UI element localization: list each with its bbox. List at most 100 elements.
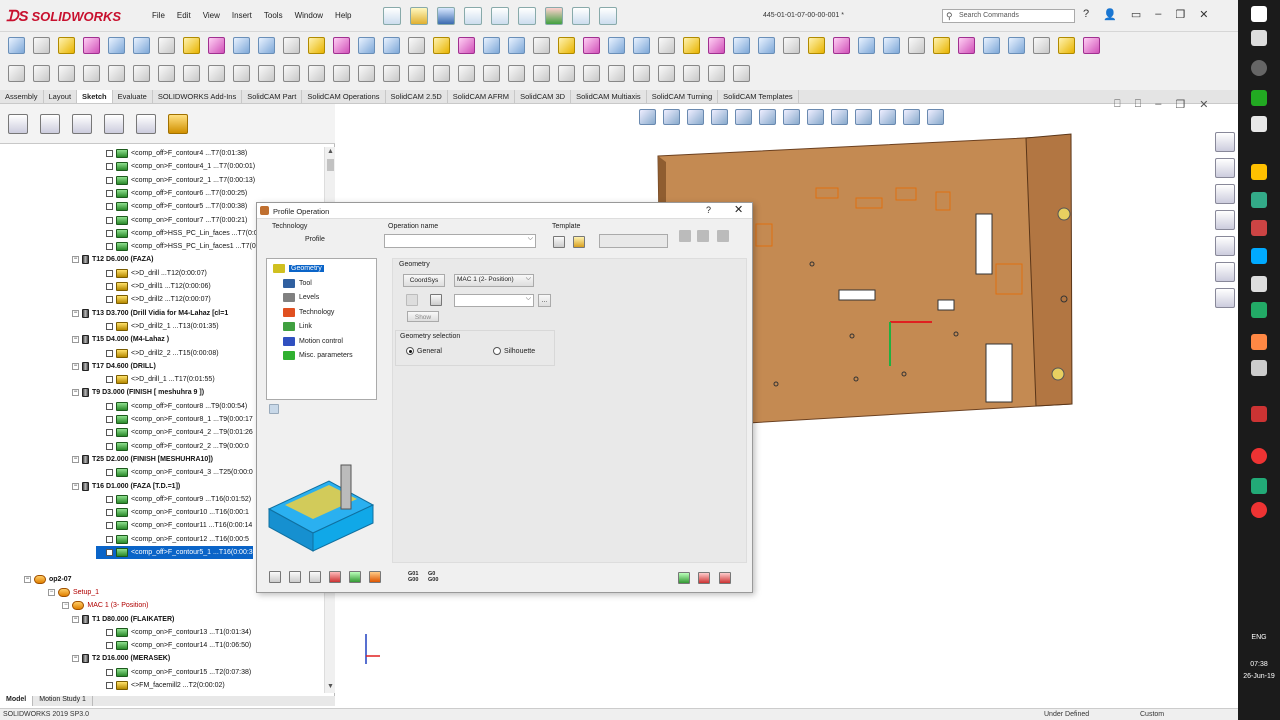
operation-node[interactable]: <comp_on>F_contour2_1 ...T7(0:00:13) xyxy=(96,174,255,187)
tab-evaluate[interactable]: Evaluate xyxy=(113,90,153,103)
files-icon[interactable] xyxy=(1251,164,1267,180)
solidcam-tool-icon[interactable] xyxy=(433,37,450,54)
sketch-tool-icon[interactable] xyxy=(583,65,600,82)
sketch-tool-icon[interactable] xyxy=(8,65,25,82)
solidcam-tool-icon[interactable] xyxy=(508,37,525,54)
clock-time[interactable]: 07:38 xyxy=(1238,661,1280,668)
gcode-simulate-button[interactable]: G0 G00 xyxy=(428,571,438,583)
tab-solidcam-operations[interactable]: SolidCAM Operations xyxy=(302,90,386,103)
restore-panel-icon[interactable]: ▭ xyxy=(1131,8,1141,21)
show-button[interactable]: Show xyxy=(407,311,439,322)
tool-node[interactable]: − T9 D3.000 (FINISH [ meshuhra 9 ]) xyxy=(72,386,204,399)
tree-checkbox[interactable] xyxy=(106,642,113,650)
clock-date[interactable]: 26-Jun-19 xyxy=(1238,673,1280,680)
operation-node[interactable]: <>D_drill2_1 ...T13(0:01:35) xyxy=(96,320,219,333)
solidcam-tool-icon[interactable] xyxy=(933,37,950,54)
paint-icon[interactable] xyxy=(1251,302,1267,318)
solidcam-tool-icon[interactable] xyxy=(558,37,575,54)
sketch-tool-icon[interactable] xyxy=(508,65,525,82)
operation-node[interactable]: <comp_off>F_contour24 ...T2(0:00:04) xyxy=(96,692,251,693)
tree-expand-icon[interactable]: − xyxy=(48,588,55,596)
solidcam-tool-icon[interactable] xyxy=(958,37,975,54)
help-button[interactable]: ? xyxy=(706,205,711,215)
appearances-icon[interactable] xyxy=(1215,236,1235,256)
tree-checkbox[interactable] xyxy=(106,243,113,251)
tree-checkbox[interactable] xyxy=(106,522,113,530)
solidcam-tool-icon[interactable] xyxy=(208,37,225,54)
solidcam-tool-icon[interactable] xyxy=(683,37,700,54)
solidcam-tool-icon[interactable] xyxy=(483,37,500,54)
operation-node[interactable]: <>FM_facemill2 ...T2(0:00:02) xyxy=(96,679,225,692)
tree-expand-icon[interactable]: − xyxy=(72,615,79,623)
tree-checkbox[interactable] xyxy=(106,322,113,330)
user-icon[interactable]: 👤 xyxy=(1103,8,1117,21)
save-template-icon[interactable] xyxy=(553,236,565,248)
solidcam-tool-icon[interactable] xyxy=(808,37,825,54)
tree-checkbox[interactable] xyxy=(106,349,113,357)
skype-icon[interactable] xyxy=(1251,248,1267,264)
geometry-list-icon[interactable] xyxy=(430,294,442,306)
setup-node[interactable]: − op2-07 xyxy=(24,573,72,586)
home-icon[interactable] xyxy=(1215,132,1235,152)
sketch-tool-icon[interactable] xyxy=(283,65,300,82)
simulate-icon[interactable] xyxy=(349,571,361,583)
sketch-tool-icon[interactable] xyxy=(433,65,450,82)
app-icon[interactable] xyxy=(1251,360,1267,376)
tree-checkbox[interactable] xyxy=(106,163,113,171)
tree-checkbox[interactable] xyxy=(106,376,113,384)
sketch-tool-icon[interactable] xyxy=(33,65,50,82)
select-icon[interactable] xyxy=(518,7,536,25)
solidcam-tool-icon[interactable] xyxy=(783,37,800,54)
nav-misc-parameters[interactable]: Misc. parameters xyxy=(283,349,353,362)
operation-node[interactable]: <comp_off>F_contour8 ...T9(0:00:54) xyxy=(96,400,247,413)
tool-node[interactable]: − T25 D2.000 (FINISH [MESHUHRA10]) xyxy=(72,453,213,466)
nav-motion-control[interactable]: Motion control xyxy=(283,335,343,348)
operation-node[interactable]: <comp_on>F_contour4_3 ...T25(0:00:0 xyxy=(96,466,253,479)
display-manager-tab-icon[interactable] xyxy=(136,114,156,134)
tree-checkbox[interactable] xyxy=(106,535,113,543)
explorer-icon[interactable] xyxy=(1251,116,1267,132)
save-icon[interactable] xyxy=(437,7,455,25)
gcode-icon[interactable] xyxy=(369,571,381,583)
solidcam-tool-icon[interactable] xyxy=(108,37,125,54)
tool-node[interactable]: − T17 D4.600 (DRILL) xyxy=(72,360,156,373)
tree-expand-icon[interactable]: − xyxy=(72,655,79,663)
solidcam-tool-icon[interactable] xyxy=(58,37,75,54)
operation-node[interactable]: <comp_on>F_contour4_2 ...T9(0:01:26 xyxy=(96,426,253,439)
tab-solidcam-part[interactable]: SolidCAM Part xyxy=(242,90,303,103)
solidcam-tool-icon[interactable] xyxy=(8,37,25,54)
print-icon[interactable] xyxy=(464,7,482,25)
sketch-tool-icon[interactable] xyxy=(458,65,475,82)
sketch-tool-icon[interactable] xyxy=(233,65,250,82)
solidcam-tool-icon[interactable] xyxy=(733,37,750,54)
rebuild-icon[interactable] xyxy=(545,7,563,25)
setup-node[interactable]: − Setup_1 xyxy=(48,586,99,599)
tree-expand-icon[interactable]: − xyxy=(72,309,79,317)
save-copy-icon[interactable] xyxy=(289,571,301,583)
task-view-icon[interactable] xyxy=(1251,30,1267,46)
tree-expand-icon[interactable]: − xyxy=(72,482,79,490)
sketch-tool-icon[interactable] xyxy=(58,65,75,82)
sketch-tool-icon[interactable] xyxy=(383,65,400,82)
solidcam-manager-tab-icon[interactable] xyxy=(168,114,188,134)
operation-node[interactable]: <>D_drill_1 ...T17(0:01:55) xyxy=(96,373,215,386)
record-icon[interactable] xyxy=(1251,502,1267,518)
tree-checkbox[interactable] xyxy=(106,509,113,517)
save-calculate-icon[interactable] xyxy=(309,571,321,583)
sketch-tool-icon[interactable] xyxy=(408,65,425,82)
solidcam-tool-icon[interactable] xyxy=(258,37,275,54)
new-icon[interactable] xyxy=(383,7,401,25)
tab-solidcam-turning[interactable]: SolidCAM Turning xyxy=(647,90,719,103)
solidcam-tool-icon[interactable] xyxy=(708,37,725,54)
sketch-tool-icon[interactable] xyxy=(733,65,750,82)
dialog-title-bar[interactable]: Profile Operation ? ✕ xyxy=(257,203,752,219)
solidcam-tool-icon[interactable] xyxy=(33,37,50,54)
open-template-icon[interactable] xyxy=(573,236,585,248)
property-manager-tab-icon[interactable] xyxy=(40,114,60,134)
close-button[interactable]: ✕ xyxy=(1199,8,1208,21)
calculate-icon[interactable] xyxy=(329,571,341,583)
help-icon[interactable]: ? xyxy=(1083,8,1089,21)
menu-edit[interactable]: Edit xyxy=(171,11,197,20)
tree-checkbox[interactable] xyxy=(106,402,113,410)
operation-node[interactable]: <comp_on>F_contour12 ...T16(0:00:5 xyxy=(96,533,249,546)
